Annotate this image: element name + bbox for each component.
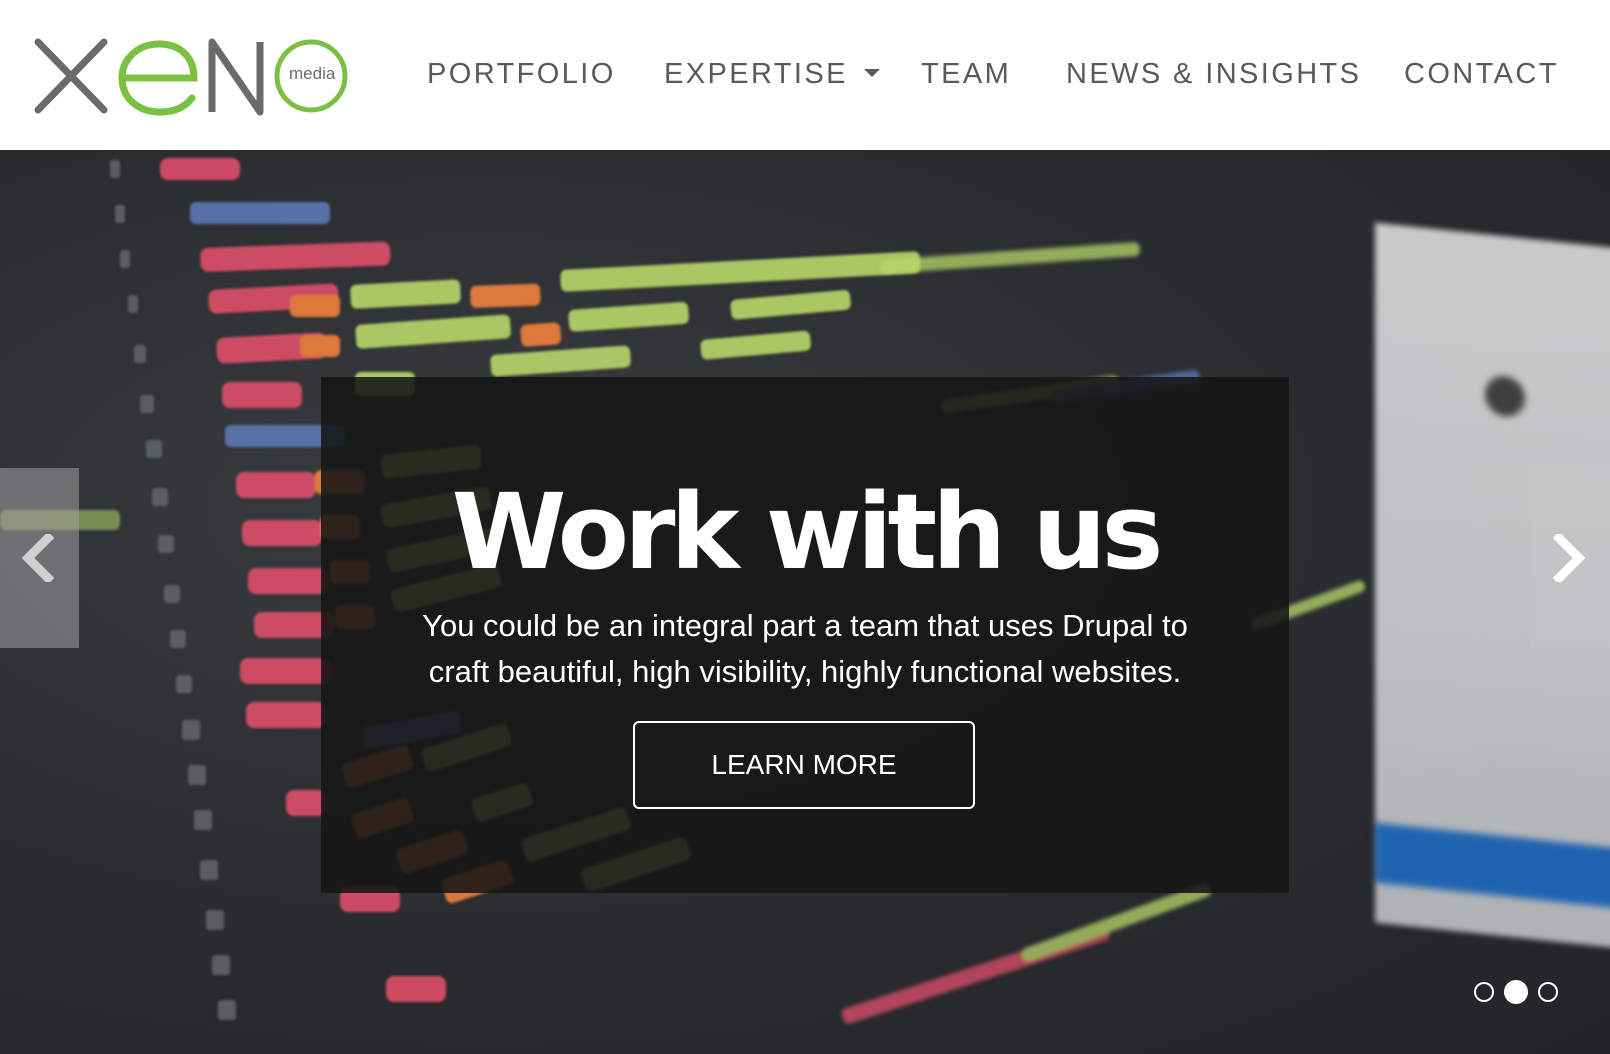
nav-expertise[interactable]: EXPERTISE	[664, 52, 880, 96]
main-nav: PORTFOLIO EXPERTISE TEAM NEWS & INSIGHTS…	[0, 0, 1610, 150]
nav-news-insights[interactable]: NEWS & INSIGHTS	[1066, 52, 1361, 96]
hero-caption-panel: Work with us You could be an integral pa…	[321, 377, 1289, 893]
carousel-next-button[interactable]	[1531, 468, 1610, 648]
caret-down-icon	[863, 69, 880, 78]
carousel-prev-button[interactable]	[0, 468, 79, 648]
nav-team[interactable]: TEAM	[921, 52, 1011, 96]
chevron-left-icon	[21, 534, 55, 582]
hero-subtitle-line-2: craft beautiful, high visibility, highly…	[428, 654, 1182, 689]
carousel-dot-2[interactable]	[1504, 980, 1528, 1004]
hero-title: Work with us	[451, 471, 1164, 593]
nav-portfolio-label: PORTFOLIO	[427, 58, 616, 90]
nav-news-label: NEWS & INSIGHTS	[1066, 58, 1362, 90]
nav-portfolio[interactable]: PORTFOLIO	[427, 52, 616, 96]
nav-contact[interactable]: CONTACT	[1404, 52, 1559, 96]
hero-carousel: Work with us You could be an integral pa…	[0, 150, 1610, 1054]
hero-subtitle: You could be an integral part a team tha…	[381, 603, 1229, 695]
nav-contact-label: CONTACT	[1404, 58, 1559, 90]
nav-team-label: TEAM	[921, 58, 1012, 90]
carousel-dot-1[interactable]	[1474, 982, 1494, 1002]
nav-expertise-label: EXPERTISE	[664, 58, 848, 90]
chevron-right-icon	[1552, 534, 1586, 582]
hero-subtitle-line-1: You could be an integral part a team tha…	[422, 608, 1188, 643]
learn-more-button[interactable]: LEARN MORE	[633, 721, 975, 809]
carousel-dot-3[interactable]	[1538, 982, 1558, 1002]
site-header: media PORTFOLIO EXPERTISE TEAM NEWS & IN…	[0, 0, 1610, 150]
